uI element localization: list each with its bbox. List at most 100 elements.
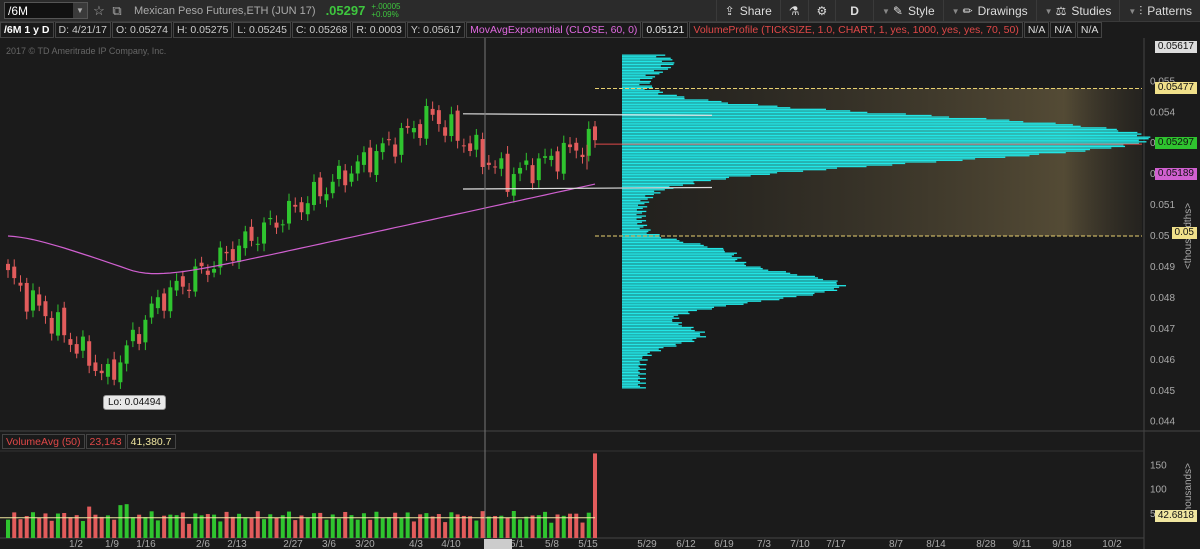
candle-body [543,156,548,158]
close-readout: C: 0.05268 [291,22,352,38]
profile-bar [622,336,707,338]
date-tick-label: 5/29 [637,539,657,549]
volume-bar [93,514,98,538]
date-tick-label: 5/15 [578,539,598,549]
candle-body [224,251,229,254]
date-tick-label: 8/7 [889,539,903,549]
volume-bar [430,516,435,538]
volume-bar [193,513,198,538]
profile-bar [622,125,1081,127]
price-tick-label: 0.048 [1150,293,1175,304]
candle-body [99,370,104,374]
volume-bar [374,511,379,538]
profile-bar [622,94,677,97]
profile-bar [622,340,695,343]
copyright-text: 2017 © TD Ameritrade IP Company, Inc. [6,46,167,56]
profile-bar [622,295,797,298]
vp-value-3: N/A [1076,22,1103,38]
candle-body [374,151,379,175]
profile-bar [622,360,640,363]
profile-bar [622,60,662,63]
volume-study-label[interactable]: VolumeAvg (50) [2,434,85,449]
price-tick-label: 0.051 [1150,200,1175,211]
profile-bar [622,213,637,216]
profile-bar [622,199,641,202]
volume-bar [518,519,523,538]
profile-bar [622,206,648,208]
profile-bar [622,368,647,370]
candle-body [430,108,435,115]
profile-bar [622,382,646,384]
profile-bar [622,297,784,299]
volume-bar [468,516,473,538]
candle-body [393,144,398,157]
volume-bar [474,520,479,538]
profile-bar [622,141,1147,143]
profile-bar [622,79,641,81]
vp-value-1: N/A [1023,22,1050,38]
profile-bar [622,238,677,240]
profile-bar [622,167,838,169]
volume-bar [368,519,373,538]
volume-profile-label[interactable]: VolumeProfile (TICKSIZE, 1.0, CHART, 1, … [689,22,1023,38]
volume-bar [355,519,360,538]
profile-bar [622,286,840,288]
date-readout: D: 4/21/17 [58,24,107,36]
candle-body [580,154,585,158]
volume-bar [274,517,279,538]
candle-body [24,282,29,312]
profile-bar [622,130,1119,132]
volume-bar [180,512,185,538]
profile-bar [622,96,685,98]
date-tick-label: 8/28 [976,539,996,549]
profile-bar [622,182,695,185]
candle-body [49,317,54,334]
volume-value: 23,143 [85,434,126,449]
profile-bar [622,359,648,361]
profile-bar [622,237,662,239]
profile-bar [622,151,1066,154]
candle-body [137,334,142,344]
open-readout: O: 0.05274 [111,22,172,38]
price-tick-label: 0.05 [1150,231,1170,242]
candle-body [555,151,560,172]
ohlc-readout: D: 4/21/17 [54,22,111,38]
volume-bar [155,520,160,538]
candle-body [143,319,148,343]
volume-bar [361,513,366,538]
profile-bar [622,165,867,168]
candle-body [280,224,285,226]
date-tick-label: 6/19 [714,539,734,549]
date-tick-label: 5/8 [545,539,559,549]
candle-body [355,161,360,174]
profile-bar [622,169,827,171]
cursor-price-label: 0.05617 [1154,41,1197,53]
profile-bar [622,80,651,83]
ema-study-label[interactable]: MovAvgExponential (CLOSE, 60, 0) [466,22,642,38]
profile-bar [622,110,851,112]
candle-body [212,268,217,273]
profile-bar [622,227,640,230]
profile-bar [622,275,815,278]
profile-bar [622,240,680,242]
date-tick-label: 5/1 [510,539,524,549]
profile-bar [622,69,654,72]
volume-avg-value: 41,380.7 [126,434,176,449]
candle-body [436,110,441,125]
profile-bar [622,221,642,223]
volume-bar [87,506,92,538]
candle-body [149,303,154,318]
price-chart[interactable]: 0.0550.0540.0530.0520.0510.050.0490.0480… [0,0,1200,549]
profile-bar [622,385,641,387]
profile-bar [622,271,786,273]
date-tick-label: 9/18 [1052,539,1072,549]
profile-bar [622,93,659,95]
candle-body [124,345,129,364]
profile-bar [622,229,651,231]
candle-body [174,280,179,291]
profile-bar [622,107,791,109]
candle-body [237,245,242,263]
volume-bar [105,515,110,538]
profile-bar [622,148,1090,151]
chart-title[interactable]: /6M 1 y D [0,22,54,38]
